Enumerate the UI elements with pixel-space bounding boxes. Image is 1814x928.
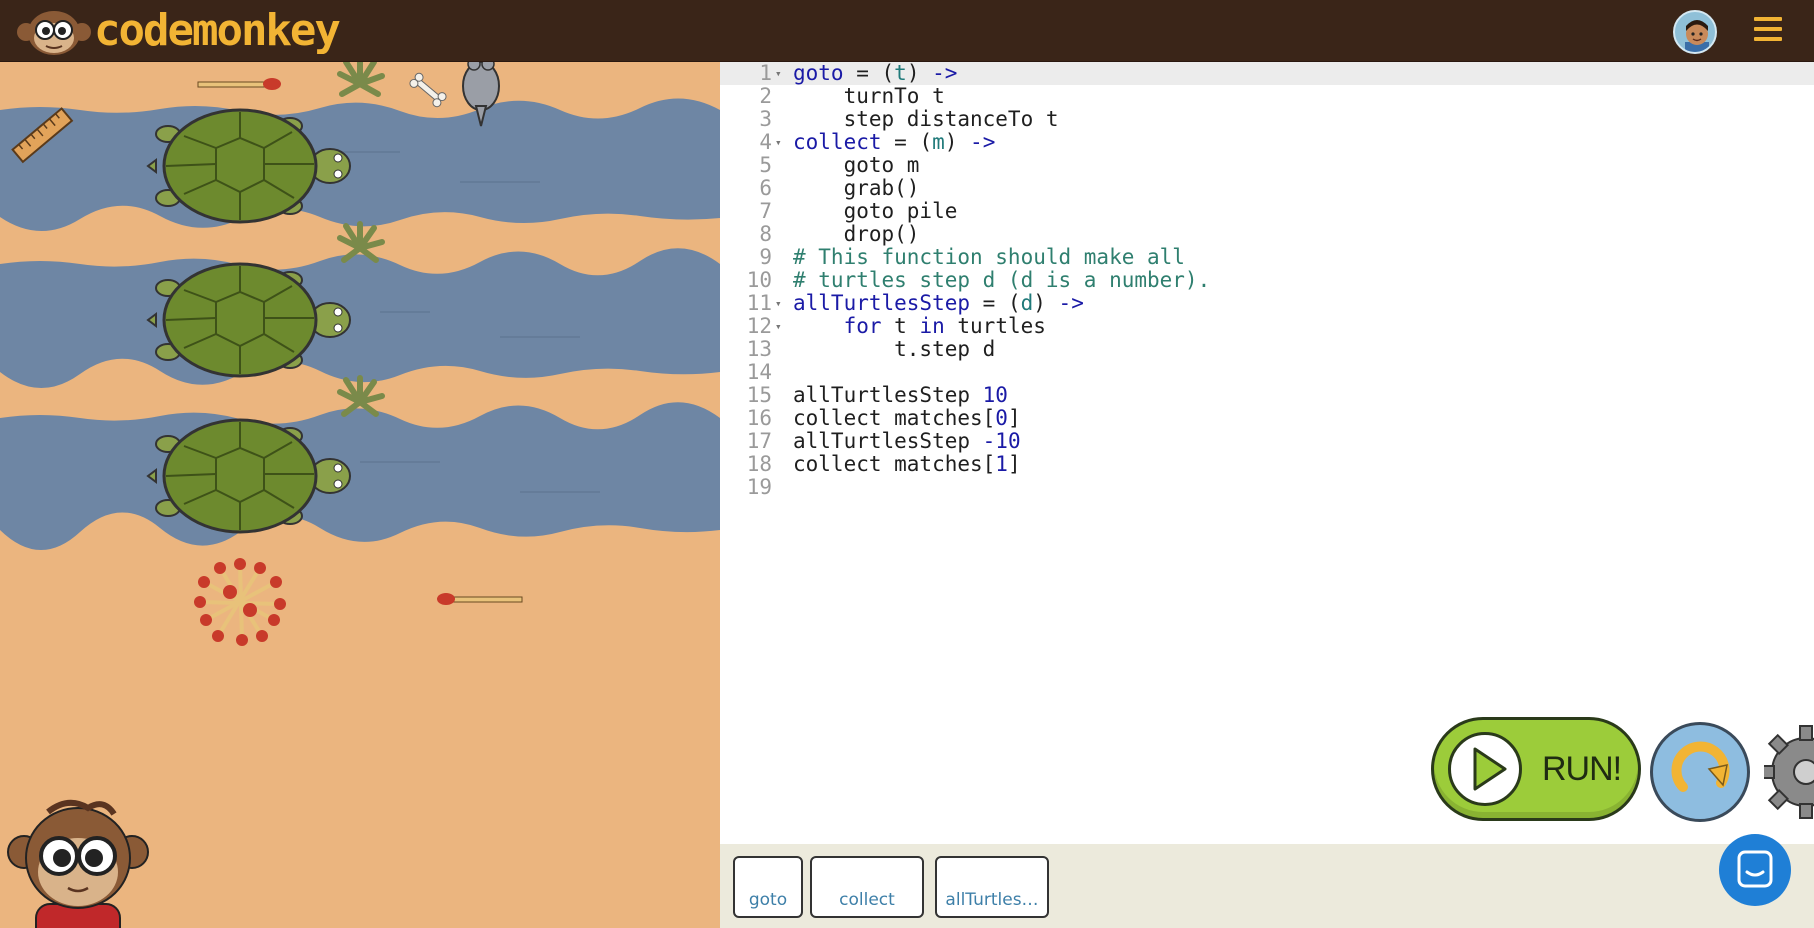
code-text: # This function should make all [793,245,1185,269]
code-text: turnTo t [793,84,945,108]
code-text: collect matches[0] [793,406,1021,430]
code-line[interactable]: 11 ▾ allTurtlesStep = (d) -> [720,292,1814,315]
line-number: 16 [746,406,772,430]
fold-arrow-icon[interactable]: ▾ [775,315,782,338]
line-number: 2 [759,84,772,108]
code-line[interactable]: 5 goto m [720,154,1814,177]
code-line[interactable]: 3 step distanceTo t [720,108,1814,131]
line-number: 10 [746,268,772,292]
code-text: # turtles step d (d is a number). [793,268,1211,292]
match [197,78,281,90]
code-text: allTurtlesStep -10 [793,429,1021,453]
line-number: 1 [759,61,772,85]
monkey-face-icon [17,11,91,55]
top-bar: codemonkey [0,0,1814,62]
reset-arrow-icon [1671,741,1730,792]
code-text: grab() [793,176,920,200]
line-number: 12 [746,314,772,338]
tab-goto[interactable]: goto [733,856,803,918]
line-number: 7 [759,199,772,223]
code-text: allTurtlesStep = (d) -> [793,291,1084,315]
line-number: 11 [746,291,772,315]
code-line[interactable]: 4 ▾ collect = (m) -> [720,131,1814,154]
code-editor[interactable]: 1 ▾ goto = (t) -> 2 turnTo t3 step distance… [720,62,1814,844]
code-line[interactable]: 12 ▾ for t in turtles [720,315,1814,338]
play-icon [1448,732,1522,806]
game-board [0,62,720,928]
bone [409,72,447,108]
line-number: 14 [746,360,772,384]
monkey [7,799,149,928]
code-line[interactable]: 10 # turtles step d (d is a number). [720,269,1814,292]
chat-button[interactable] [1719,834,1791,906]
code-text: collect matches[1] [793,452,1021,476]
code-text: drop() [793,222,920,246]
run-button[interactable]: RUN! [1431,717,1641,821]
match [437,593,523,605]
line-number: 6 [759,176,772,200]
code-line[interactable]: 18 collect matches[1] [720,453,1814,476]
tab-allturtlesstep[interactable]: allTurtles… [935,856,1049,918]
code-line[interactable]: 16 collect matches[0] [720,407,1814,430]
line-number: 19 [746,475,772,499]
code-text: step distanceTo t [793,107,1059,131]
function-tabs: goto collect allTurtles… [720,844,1814,928]
code-line[interactable]: 19 [720,476,1814,499]
user-avatar-icon[interactable] [1673,10,1717,54]
line-number: 3 [759,107,772,131]
code-line[interactable]: 1 ▾ goto = (t) -> [720,62,1814,85]
tab-collect[interactable]: collect [810,856,924,918]
gear-icon[interactable] [1759,720,1814,824]
line-number: 15 [746,383,772,407]
bush [337,62,385,97]
line-number: 17 [746,429,772,453]
line-number: 5 [759,153,772,177]
fold-arrow-icon[interactable]: ▾ [775,62,782,85]
fold-arrow-icon[interactable]: ▾ [775,292,782,315]
match-pile [194,558,286,646]
chat-icon [1737,850,1773,888]
line-number: 4 [759,130,772,154]
run-label: RUN! [1542,750,1622,788]
code-text: for t in turtles [843,314,1046,338]
code-line[interactable]: 14 [720,361,1814,384]
code-text: t.step d [793,337,996,361]
code-text: goto = (t) -> [793,61,958,85]
hamburger-menu-icon[interactable] [1754,17,1782,45]
line-number: 18 [746,452,772,476]
code-text: goto pile [793,199,958,223]
code-line[interactable]: 6 grab() [720,177,1814,200]
line-number: 8 [759,222,772,246]
code-line[interactable]: 8 drop() [720,223,1814,246]
code-line[interactable]: 13 t.step d [720,338,1814,361]
code-line[interactable]: 17 allTurtlesStep -10 [720,430,1814,453]
line-number: 9 [759,245,772,269]
code-line[interactable]: 7 goto pile [720,200,1814,223]
line-number: 13 [746,337,772,361]
code-line[interactable]: 15 allTurtlesStep 10 [720,384,1814,407]
code-text: goto m [793,153,920,177]
code-text: allTurtlesStep 10 [793,383,1008,407]
reset-button[interactable] [1650,722,1750,822]
river-channels [0,98,720,551]
logo-text: codemonkey [94,5,341,56]
fold-arrow-icon[interactable]: ▾ [775,131,782,154]
code-line[interactable]: 2 turnTo t [720,85,1814,108]
code-line[interactable]: 9 # This function should make all [720,246,1814,269]
codemonkey-logo[interactable]: codemonkey [16,5,341,56]
code-text: collect = (m) -> [793,130,996,154]
